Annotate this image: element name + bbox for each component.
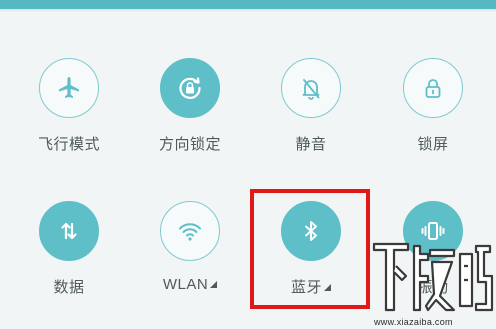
- rotation-lock-label: 方向锁定: [158, 136, 221, 153]
- wlan-menu-caret-icon[interactable]: [210, 281, 218, 288]
- lock-icon: [425, 79, 441, 98]
- watermark-logo-glyphs: [372, 242, 494, 312]
- lock-screen-toggle[interactable]: 锁屏: [378, 58, 488, 168]
- wifi-icon: [179, 223, 201, 241]
- bluetooth-highlight-frame: [250, 189, 370, 309]
- mobile-data-icon: [61, 222, 77, 240]
- wlan-button[interactable]: [160, 201, 220, 261]
- watermark-logo: www.xiazaiba.com: [368, 236, 496, 329]
- mobile-data-button[interactable]: [39, 201, 99, 261]
- rotation-lock-icon: [179, 77, 201, 99]
- mobile-data-toggle[interactable]: 数据: [14, 201, 124, 311]
- mute-bell-icon: [302, 79, 320, 100]
- airplane-icon: [59, 77, 79, 98]
- rotation-lock-toggle[interactable]: 方向锁定: [135, 58, 245, 168]
- airplane-mode-toggle[interactable]: 飞行模式: [14, 58, 124, 168]
- mute-button[interactable]: [281, 58, 341, 118]
- mute-label: 静音: [295, 136, 327, 153]
- airplane-mode-label: 飞行模式: [37, 136, 100, 153]
- watermark-url: www.xiazaiba.com: [374, 317, 453, 327]
- mobile-data-label: 数据: [53, 279, 85, 296]
- wlan-label: WLAN: [135, 276, 245, 293]
- rotation-lock-button[interactable]: [160, 58, 220, 118]
- lock-screen-label: 锁屏: [417, 136, 449, 153]
- status-bar-strip: [0, 0, 496, 9]
- airplane-mode-button[interactable]: [39, 58, 99, 118]
- wlan-toggle[interactable]: WLAN: [135, 201, 245, 311]
- wlan-label-text: WLAN: [162, 276, 209, 293]
- mute-toggle[interactable]: 静音: [256, 58, 366, 168]
- lock-screen-button[interactable]: [403, 58, 463, 118]
- status-bar-shadow: [0, 9, 496, 12]
